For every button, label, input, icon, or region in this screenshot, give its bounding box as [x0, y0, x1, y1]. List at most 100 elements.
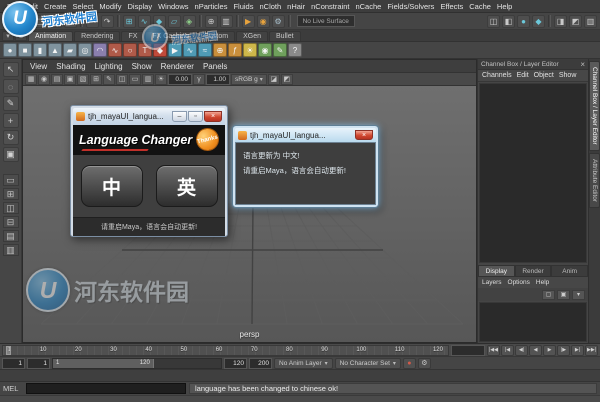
list-input-operations-icon[interactable]: ▥	[219, 14, 233, 28]
gamma-icon[interactable]: γ	[193, 73, 205, 85]
menu-item[interactable]: Fluids	[230, 2, 256, 11]
layout-two-pane-stacked-icon[interactable]: ⊟	[2, 216, 19, 228]
camera-attributes-icon[interactable]: ▤	[51, 73, 63, 85]
go-to-end-button[interactable]: ▶▶|	[585, 344, 598, 356]
exposure-icon[interactable]: ☀	[155, 73, 167, 85]
undo-icon[interactable]: ↶	[85, 14, 99, 28]
menu-item[interactable]: Modify	[96, 2, 124, 11]
menu-item[interactable]: nParticles	[192, 2, 231, 11]
menu-set-selector[interactable]: ▦ ▾	[3, 14, 25, 28]
shelf-menu-icon[interactable]: ▾	[2, 31, 14, 41]
anim-layer-select[interactable]: No Anim Layer ▾	[274, 357, 333, 369]
menu-item[interactable]: Cache	[466, 2, 494, 11]
command-language-label[interactable]: MEL	[3, 384, 23, 393]
step-forward-key-button[interactable]: |▶	[557, 344, 570, 356]
menu-item[interactable]: Help	[494, 2, 515, 11]
shelf-poly-cylinder-icon[interactable]: ▮	[33, 43, 47, 57]
shelf-curve-icon[interactable]: ∿	[108, 43, 122, 57]
shelf-camera-icon[interactable]: ◉	[258, 43, 272, 57]
shelf-set-key-icon[interactable]: ◆	[153, 43, 167, 57]
shelf-nurbs-circle-icon[interactable]: ○	[123, 43, 137, 57]
channel-box-menu-item[interactable]: Show	[559, 72, 577, 79]
menu-item[interactable]: nConstraint	[308, 2, 352, 11]
shelf-tab[interactable]: FX Caching	[145, 31, 196, 41]
shelf-graph-editor-icon[interactable]: ∿	[183, 43, 197, 57]
layout-four-pane-icon[interactable]: ⊞	[2, 188, 19, 200]
shelf-sculpt-icon[interactable]: ◠	[93, 43, 107, 57]
menu-item[interactable]: Edit	[22, 2, 41, 11]
two-d-pan-zoom-icon[interactable]: ⊞	[90, 73, 102, 85]
shelf-tab[interactable]: Custom	[196, 31, 236, 41]
lock-camera-icon[interactable]: ◉	[38, 73, 50, 85]
chinese-language-button[interactable]: 中	[80, 165, 143, 207]
command-input[interactable]	[26, 383, 186, 394]
panel-menu-item[interactable]: View	[30, 62, 47, 71]
shelf-expression-icon[interactable]: ƒ	[228, 43, 242, 57]
redo-icon[interactable]: ↷	[100, 14, 114, 28]
panel-menu-item[interactable]: Renderer	[161, 62, 194, 71]
select-tool-icon[interactable]: ↖	[2, 62, 19, 77]
menu-item[interactable]: nCache	[352, 2, 384, 11]
shelf-tab[interactable]: Rendering	[74, 31, 121, 41]
menu-item[interactable]: nCloth	[256, 2, 284, 11]
sidebar-tab[interactable]: Channel Box / Layer Editor	[589, 61, 600, 151]
select-camera-icon[interactable]: ▦	[25, 73, 37, 85]
auto-keyframe-toggle[interactable]: ●	[402, 357, 416, 369]
menu-item[interactable]: Create	[41, 2, 70, 11]
animation-start-field[interactable]: 1	[2, 357, 25, 369]
highlight-selection-icon[interactable]: ◧	[502, 14, 515, 28]
shelf-poly-cube-icon[interactable]: ■	[18, 43, 32, 57]
shelf-paint-icon[interactable]: ✎	[273, 43, 287, 57]
layer-editor-menu-item[interactable]: Help	[536, 279, 549, 286]
time-slider-track[interactable]: 1 10 20 30 40 50 60 70 80 90 100 110 120	[2, 344, 449, 356]
play-forward-button[interactable]: ▶	[543, 344, 556, 356]
paint-select-tool-icon[interactable]: ✎	[2, 96, 19, 111]
tool-settings-toggle-icon[interactable]: ◩	[569, 14, 582, 28]
shelf-light-icon[interactable]: ☀	[243, 43, 257, 57]
maximize-button[interactable]: ▫	[188, 111, 203, 122]
playback-start-field[interactable]: 1	[27, 357, 50, 369]
open-scene-icon[interactable]: ▤	[48, 14, 62, 28]
shelf-tab[interactable]: Bullet	[269, 31, 301, 41]
close-button[interactable]: ×	[204, 111, 222, 122]
symmetry-icon[interactable]: ◫	[487, 14, 500, 28]
menu-item[interactable]: Display	[125, 2, 156, 11]
layout-hypershade-persp-icon[interactable]: ▥	[2, 244, 19, 256]
dialog-title-bar[interactable]: tjh_mayaUI_langua... – ▫ ×	[73, 108, 225, 125]
range-slider-bar[interactable]: 1 120	[53, 358, 154, 368]
shelf-playblast-icon[interactable]: ▶	[168, 43, 182, 57]
shelf-motion-trail-icon[interactable]: ≈	[198, 43, 212, 57]
shelf-poly-torus-icon[interactable]: ◎	[78, 43, 92, 57]
gate-mask-icon[interactable]: ▥	[142, 73, 154, 85]
grease-pencil-icon[interactable]: ✎	[103, 73, 115, 85]
animation-preferences-button[interactable]: ⚙	[417, 357, 431, 369]
shelf-tab[interactable]: Animation	[28, 31, 74, 41]
shelf-tab[interactable]: XGen	[236, 31, 269, 41]
gamma-field[interactable]: 1.00	[206, 73, 230, 85]
snap-plane-icon[interactable]: ▱	[167, 14, 181, 28]
object-mode-icon[interactable]: ●	[517, 14, 530, 28]
menu-item[interactable]: Fields/Solvers	[384, 2, 437, 11]
layout-single-pane-icon[interactable]: ▭	[2, 174, 19, 186]
image-plane-icon[interactable]: ▧	[77, 73, 89, 85]
snap-point-icon[interactable]: ◆	[152, 14, 166, 28]
scale-tool-icon[interactable]: ▣	[2, 147, 19, 162]
panel-menu-item[interactable]: Shading	[56, 62, 85, 71]
layer-editor-tab[interactable]: Anim	[551, 265, 589, 277]
exposure-field[interactable]: 0.00	[168, 73, 192, 85]
menu-item[interactable]: File	[4, 2, 22, 11]
new-empty-layer-icon[interactable]: ▢	[542, 289, 555, 300]
attribute-editor-toggle-icon[interactable]: ◨	[554, 14, 567, 28]
film-gate-icon[interactable]: ◫	[116, 73, 128, 85]
range-slider-track[interactable]: 1 120	[52, 357, 222, 369]
menu-item[interactable]: Select	[70, 2, 97, 11]
colorspace-select[interactable]: sRGB g ▾	[231, 73, 267, 85]
layer-editor-menu-item[interactable]: Layers	[482, 279, 502, 286]
play-backwards-button[interactable]: ◀	[529, 344, 542, 356]
gear-icon[interactable]: ⚙	[15, 31, 27, 41]
rotate-tool-icon[interactable]: ↻	[2, 130, 19, 145]
menu-item[interactable]: Effects	[437, 2, 466, 11]
layout-two-pane-side-icon[interactable]: ◫	[2, 202, 19, 214]
channel-box-menu-item[interactable]: Channels	[482, 72, 512, 79]
snap-grid-icon[interactable]: ⊞	[122, 14, 136, 28]
